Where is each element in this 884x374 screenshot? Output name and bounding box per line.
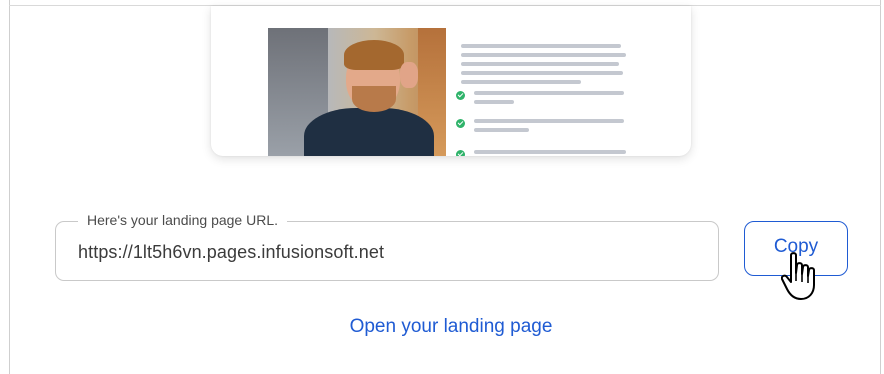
landing-page-url-value[interactable]: https://1lt5h6vn.pages.infusionsoft.net [78,241,384,263]
check-circle-icon [456,91,465,100]
preview-paragraph [461,44,631,89]
check-circle-icon [456,119,465,128]
open-landing-page-link[interactable]: Open your landing page [350,316,553,337]
url-field-label: Here's your landing page URL. [78,210,288,230]
landing-page-preview [211,6,691,156]
check-circle-icon [456,150,465,156]
hand-pointer-icon [781,252,815,300]
preview-photo [268,28,446,156]
open-landing-page-link-row: Open your landing page [0,316,884,338]
